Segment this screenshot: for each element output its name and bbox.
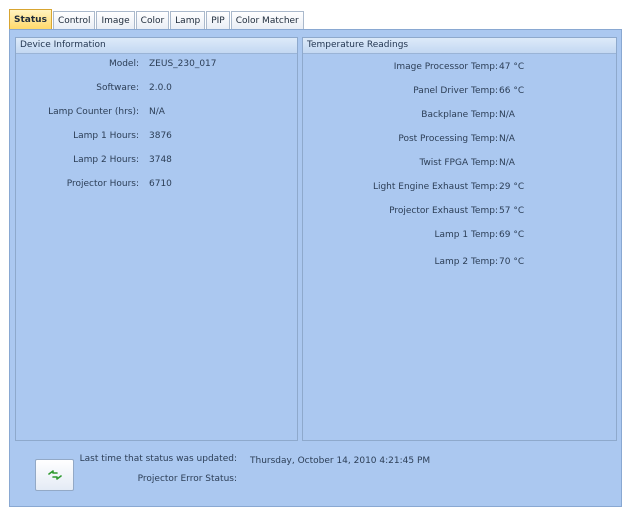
temp-row-lamp2: Lamp 2 Temp: 70 °C xyxy=(303,255,618,269)
tab-strip: Status Control Image Color Lamp PIP Colo… xyxy=(9,9,305,29)
refresh-button[interactable] xyxy=(35,459,74,491)
lamp1-temp-label: Lamp 1 Temp: xyxy=(434,230,498,240)
projector-hours-label: Projector Hours: xyxy=(66,179,139,189)
projector-hours-value: 6710 xyxy=(149,179,172,189)
lamp-counter-value: N/A xyxy=(149,107,165,117)
temp-row-twist-fpga: Twist FPGA Temp: N/A xyxy=(303,156,618,170)
temp-row-backplane: Backplane Temp: N/A xyxy=(303,108,618,122)
post-processing-temp-label: Post Processing Temp: xyxy=(398,134,498,144)
lamp1-hours-label: Lamp 1 Hours: xyxy=(73,131,139,141)
device-info-row-model: Model: ZEUS_230_017 xyxy=(16,57,299,71)
lamp2-hours-value: 3748 xyxy=(149,155,172,165)
device-information-header: Device Information xyxy=(16,38,297,54)
tab-status[interactable]: Status xyxy=(9,9,52,29)
projector-error-status-label: Projector Error Status: xyxy=(137,474,237,484)
temp-row-lamp1: Lamp 1 Temp: 69 °C xyxy=(303,228,618,242)
tab-color-matcher[interactable]: Color Matcher xyxy=(230,11,304,29)
panel-driver-temp-value: 66 °C xyxy=(499,86,525,96)
tab-control[interactable]: Control xyxy=(52,11,96,29)
model-label: Model: xyxy=(108,59,139,69)
refresh-arrows-icon xyxy=(47,470,62,480)
panel-driver-temp-label: Panel Driver Temp: xyxy=(413,86,498,96)
tab-color[interactable]: Color xyxy=(135,11,170,29)
lamp-counter-label: Lamp Counter (hrs): xyxy=(48,107,139,117)
device-info-row-lamp2-hours: Lamp 2 Hours: 3748 xyxy=(16,153,299,167)
last-updated-label: Last time that status was updated: xyxy=(79,454,237,464)
device-info-row-projector-hours: Projector Hours: 6710 xyxy=(16,177,299,191)
temp-row-light-engine-exhaust: Light Engine Exhaust Temp: 29 °C xyxy=(303,180,618,194)
temp-row-post-processing: Post Processing Temp: N/A xyxy=(303,132,618,146)
tab-image[interactable]: Image xyxy=(96,11,135,29)
projector-exhaust-temp-value: 57 °C xyxy=(499,206,525,216)
status-panel: Device Information Model: ZEUS_230_017 S… xyxy=(9,29,622,507)
temperature-readings-header: Temperature Readings xyxy=(303,38,616,54)
temp-row-panel-driver: Panel Driver Temp: 66 °C xyxy=(303,84,618,98)
backplane-temp-label: Backplane Temp: xyxy=(421,110,498,120)
image-processor-temp-value: 47 °C xyxy=(499,62,525,72)
image-processor-temp-label: Image Processor Temp: xyxy=(393,62,498,72)
tab-pip[interactable]: PIP xyxy=(206,11,230,29)
tab-lamp[interactable]: Lamp xyxy=(170,11,206,29)
light-engine-exhaust-temp-label: Light Engine Exhaust Temp: xyxy=(372,182,498,192)
lamp2-hours-label: Lamp 2 Hours: xyxy=(73,155,139,165)
temp-row-image-processor: Image Processor Temp: 47 °C xyxy=(303,60,618,74)
software-label: Software: xyxy=(96,83,139,93)
model-value: ZEUS_230_017 xyxy=(149,59,217,69)
lamp1-temp-value: 69 °C xyxy=(499,230,525,240)
light-engine-exhaust-temp-value: 29 °C xyxy=(499,182,525,192)
lamp2-temp-value: 70 °C xyxy=(499,257,525,267)
device-info-row-lamp1-hours: Lamp 1 Hours: 3876 xyxy=(16,129,299,143)
post-processing-temp-value: N/A xyxy=(499,134,515,144)
last-updated-value: Thursday, October 14, 2010 4:21:45 PM xyxy=(250,456,431,466)
device-info-row-lamp-counter: Lamp Counter (hrs): N/A xyxy=(16,105,299,119)
lamp2-temp-label: Lamp 2 Temp: xyxy=(434,257,498,267)
backplane-temp-value: N/A xyxy=(499,110,515,120)
temperature-readings-group: Temperature Readings Image Processor Tem… xyxy=(302,37,617,441)
twist-fpga-temp-value: N/A xyxy=(499,158,515,168)
software-value: 2.0.0 xyxy=(149,83,172,93)
device-info-row-software: Software: 2.0.0 xyxy=(16,81,299,95)
temp-row-projector-exhaust: Projector Exhaust Temp: 57 °C xyxy=(303,204,618,218)
projector-exhaust-temp-label: Projector Exhaust Temp: xyxy=(389,206,498,216)
app-window: Status Control Image Color Lamp PIP Colo… xyxy=(0,0,629,512)
lamp1-hours-value: 3876 xyxy=(149,131,172,141)
twist-fpga-temp-label: Twist FPGA Temp: xyxy=(419,158,498,168)
device-information-group: Device Information Model: ZEUS_230_017 S… xyxy=(15,37,298,441)
